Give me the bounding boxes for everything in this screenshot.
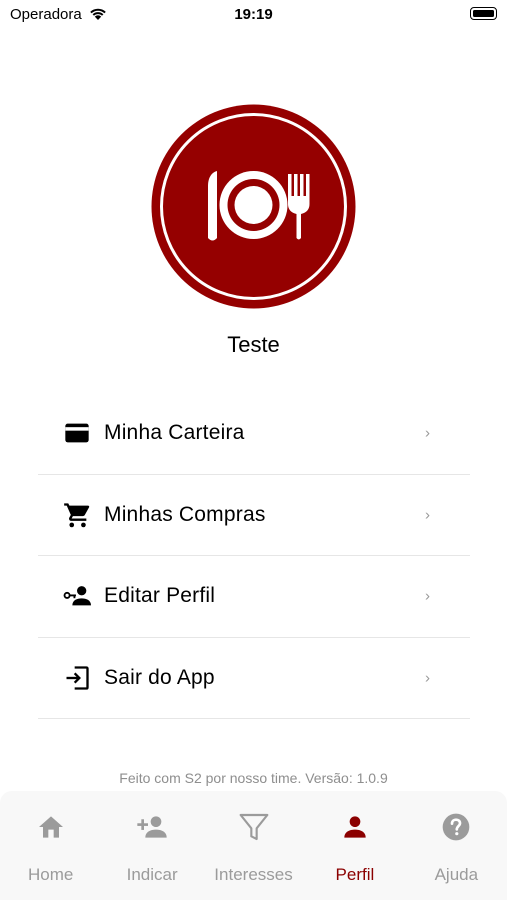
- wallet-card-icon: [65, 423, 89, 443]
- restaurant-logo: [151, 104, 356, 309]
- filter-icon: [239, 813, 268, 841]
- menu-item-label: Editar Perfil: [104, 584, 216, 608]
- menu-item-label: Sair do App: [104, 665, 215, 689]
- tab-label: Indicar: [126, 865, 178, 884]
- help-icon: [442, 813, 470, 841]
- person-icon: [344, 816, 366, 838]
- tab-home[interactable]: Home: [0, 791, 101, 900]
- home-icon: [38, 816, 63, 838]
- tab-indicar[interactable]: Indicar: [101, 791, 202, 900]
- profile-name: Teste: [227, 332, 280, 357]
- chevron-right-icon: ›: [425, 587, 430, 605]
- version-footer: Feito com S2 por nosso time. Versão: 1.0…: [119, 770, 388, 786]
- menu-item-purchases[interactable]: Minhas Compras ›: [38, 475, 470, 556]
- battery-icon: [470, 7, 497, 20]
- chevron-right-icon: ›: [425, 669, 430, 687]
- tab-perfil[interactable]: Perfil: [304, 791, 405, 900]
- tab-bar: Home Indicar Interesses Perfil Ajuda: [0, 791, 507, 900]
- profile-menu: Minha Carteira › Minhas Compras › Editar…: [38, 393, 470, 719]
- menu-item-edit-profile[interactable]: Editar Perfil ›: [38, 556, 470, 638]
- tab-label: Perfil: [335, 865, 375, 884]
- menu-item-wallet[interactable]: Minha Carteira ›: [38, 393, 470, 475]
- tab-label: Home: [28, 865, 74, 884]
- edit-profile-icon: [63, 586, 91, 606]
- chevron-right-icon: ›: [425, 506, 430, 524]
- status-bar: Operadora 19:19: [0, 0, 507, 30]
- tab-label: Interesses: [214, 865, 293, 884]
- menu-item-logout[interactable]: Sair do App ›: [38, 638, 470, 719]
- add-person-icon: [137, 816, 167, 838]
- tab-ajuda[interactable]: Ajuda: [406, 791, 507, 900]
- menu-item-label: Minhas Compras: [104, 502, 266, 526]
- shopping-cart-icon: [64, 503, 90, 527]
- tab-interesses[interactable]: Interesses: [203, 791, 304, 900]
- status-time: 19:19: [234, 6, 273, 23]
- menu-item-label: Minha Carteira: [104, 421, 245, 445]
- logout-icon: [66, 666, 89, 690]
- tab-label: Ajuda: [434, 865, 479, 884]
- chevron-right-icon: ›: [425, 424, 430, 442]
